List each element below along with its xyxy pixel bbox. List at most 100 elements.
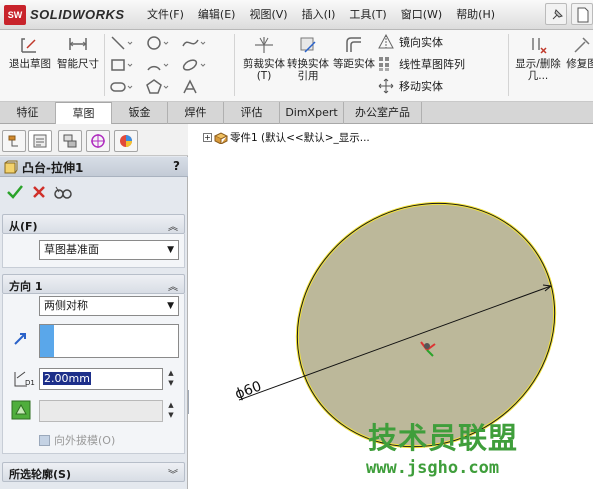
property-manager-tab[interactable] — [28, 130, 52, 152]
linear-pattern-button[interactable]: 线性草图阵列 — [378, 54, 465, 74]
watermark-text: 技术员联盟 — [368, 421, 519, 455]
convert-entities-label: 转换实体引用 — [287, 58, 329, 82]
rectangle-icon — [111, 59, 133, 71]
ok-button[interactable] — [5, 182, 25, 202]
smart-dimension-button[interactable]: 智能尺寸 — [54, 32, 102, 98]
display-manager-tab[interactable] — [114, 130, 138, 152]
move-icon — [378, 78, 394, 94]
end-condition-select[interactable]: 两侧对称 ▼ — [39, 296, 179, 316]
new-document-icon — [577, 7, 589, 23]
relations-icon — [532, 38, 547, 54]
move-entities-label: 移动实体 — [399, 80, 443, 93]
mirror-entities-button[interactable]: 镜向实体 — [378, 32, 443, 52]
direction-arrow-icon — [14, 333, 26, 345]
close-icon — [33, 186, 45, 198]
diameter-dimension-label[interactable]: ϕ60 — [233, 378, 264, 402]
repair-sketch-button[interactable]: 修复图 — [562, 32, 593, 98]
linear-pattern-icon — [379, 57, 389, 71]
depth-spinner[interactable]: ▲ ▼ — [165, 368, 177, 390]
circle-tool-button[interactable] — [144, 34, 172, 52]
pin-icon — [552, 9, 563, 20]
feature-manager-tab[interactable] — [2, 130, 26, 152]
tab-dimxpert[interactable]: DimXpert — [280, 102, 344, 124]
polygon-icon — [146, 79, 169, 94]
trim-entities-button[interactable]: 剪裁实体(T) — [240, 32, 288, 98]
dimxpert-manager-tab[interactable] — [86, 130, 110, 152]
tab-sheet-metal[interactable]: 钣金 — [112, 102, 168, 124]
depth-value: 2.00mm — [43, 372, 91, 385]
from-group-header[interactable]: 从(F) ︽ — [2, 214, 185, 234]
depth-input[interactable]: 2.00mm — [39, 368, 163, 390]
repair-icon — [574, 37, 590, 53]
ellipse-icon — [182, 59, 206, 71]
tab-weldments[interactable]: 焊件 — [168, 102, 224, 124]
title-bar: SW SOLIDWORKS 文件(F) 编辑(E) 视图(V) 插入(I) 工具… — [0, 0, 593, 30]
line-tool-button[interactable] — [108, 34, 136, 52]
ellipse-tool-button[interactable] — [180, 56, 208, 74]
configuration-manager-tab[interactable] — [58, 130, 82, 152]
direction-reference-list[interactable] — [39, 324, 179, 358]
draft-icon — [11, 400, 31, 420]
selected-contours-group-header[interactable]: 所选轮廓(S) ︾ — [2, 462, 185, 482]
tab-sketch[interactable]: 草图 — [56, 102, 112, 124]
slot-tool-button[interactable] — [108, 78, 136, 96]
sketch-entity-tools — [108, 34, 228, 98]
exit-sketch-icon — [21, 38, 36, 53]
text-tool-button[interactable] — [180, 78, 208, 96]
menu-edit[interactable]: 编辑(E) — [191, 0, 243, 30]
offset-entities-button[interactable]: 等距实体 — [330, 32, 378, 98]
draft-angle-input[interactable] — [39, 400, 163, 422]
draft-angle-spinner[interactable]: ▲ ▼ — [165, 400, 177, 422]
command-manager: 退出草图 智能尺寸 剪裁实体(T) 转换实体引用 等距实体 镜向实体 线性草图阵… — [0, 30, 593, 102]
menu-file[interactable]: 文件(F) — [140, 0, 191, 30]
sketch-text-icon — [183, 79, 197, 94]
from-group-body: 草图基准面 ▼ — [2, 234, 185, 268]
menu-tools[interactable]: 工具(T) — [342, 0, 393, 30]
draft-outward-checkbox[interactable]: 向外拔模(O) — [39, 432, 115, 448]
from-group-title: 从(F) — [9, 220, 38, 233]
polygon-tool-button[interactable] — [144, 78, 172, 96]
pin-button[interactable] — [545, 3, 567, 25]
menu-view[interactable]: 视图(V) — [242, 0, 294, 30]
repair-sketch-label: 修复图 — [566, 58, 593, 70]
tab-evaluate[interactable]: 评估 — [224, 102, 280, 124]
separator — [104, 34, 105, 96]
rectangle-tool-button[interactable] — [108, 56, 136, 74]
end-condition-value: 两侧对称 — [44, 299, 88, 312]
tab-office-products[interactable]: 办公室产品 — [344, 102, 422, 124]
menu-insert[interactable]: 插入(I) — [295, 0, 343, 30]
detailed-preview-button[interactable] — [53, 182, 73, 202]
solidworks-logo[interactable]: SW SOLIDWORKS — [4, 4, 134, 26]
linear-pattern-label: 线性草图阵列 — [399, 58, 465, 71]
action-buttons — [0, 178, 188, 206]
arc-tool-button[interactable] — [144, 56, 172, 74]
from-select[interactable]: 草图基准面 ▼ — [39, 240, 179, 260]
exit-sketch-button[interactable]: 退出草图 — [6, 32, 54, 98]
direction1-group-header[interactable]: 方向 1 ︽ — [2, 274, 185, 294]
collapse-chevron-icon: ︽ — [168, 282, 178, 293]
selected-contours-title: 所选轮廓(S) — [9, 468, 71, 481]
draft-toggle-button[interactable] — [11, 400, 31, 420]
spline-tool-button[interactable] — [180, 34, 208, 52]
display-delete-relations-button[interactable]: 显示/删除几... — [512, 32, 564, 98]
depth-icon-label: D1 — [25, 379, 35, 387]
help-button[interactable]: ? — [173, 159, 180, 173]
checkbox-box — [39, 434, 50, 446]
direction-arrow-button[interactable] — [11, 328, 31, 348]
display-manager-icon — [120, 135, 132, 147]
cancel-button[interactable] — [29, 182, 49, 202]
property-manager-title-bar: 凸台-拉伸1 ? — [0, 157, 188, 177]
direction1-group-title: 方向 1 — [9, 280, 43, 293]
move-entities-button[interactable]: 移动实体 — [378, 76, 443, 96]
menu-help[interactable]: 帮助(H) — [449, 0, 502, 30]
exit-sketch-label: 退出草图 — [9, 58, 51, 70]
logo-badge: SW — [4, 5, 26, 25]
menu-window[interactable]: 窗口(W) — [394, 0, 449, 30]
panel-tabs — [0, 124, 188, 156]
smart-dimension-icon — [69, 38, 87, 50]
convert-entities-button[interactable]: 转换实体引用 — [284, 32, 332, 98]
new-document-button[interactable] — [571, 3, 593, 25]
trim-icon — [255, 37, 273, 53]
display-delete-relations-label: 显示/删除几... — [515, 58, 561, 82]
tab-features[interactable]: 特征 — [0, 102, 56, 124]
